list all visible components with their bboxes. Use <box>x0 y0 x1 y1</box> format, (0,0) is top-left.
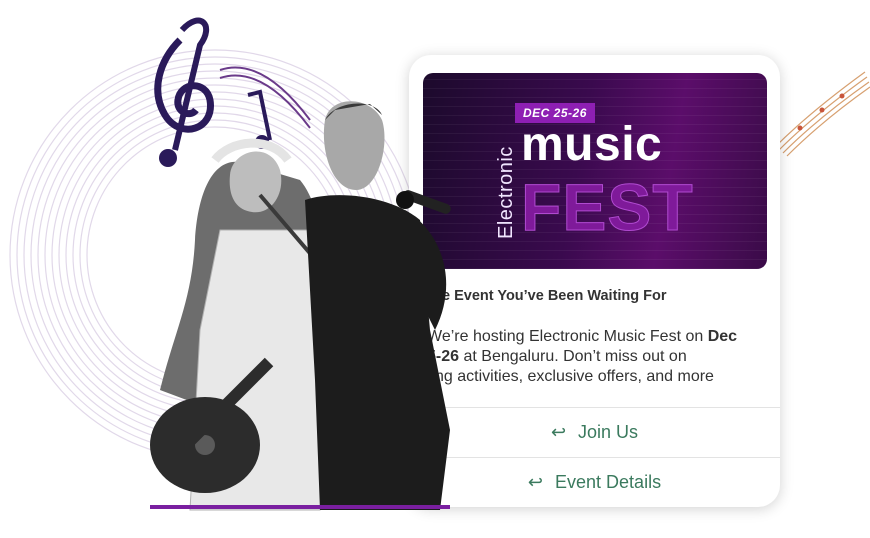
music-ribbon-icon <box>774 71 870 157</box>
banner-word-music: music <box>521 118 663 171</box>
performers-photo <box>150 17 451 511</box>
event-details-label: Event Details <box>555 471 662 492</box>
body-bold-date: Dec <box>707 328 738 345</box>
join-us-label: Join Us <box>578 421 639 442</box>
reply-arrow-icon: ↩ <box>550 421 567 442</box>
promo-stage: DEC 25-26 Electronic music FEST e Event … <box>0 0 870 538</box>
banner-word-fest: FEST <box>521 170 694 245</box>
